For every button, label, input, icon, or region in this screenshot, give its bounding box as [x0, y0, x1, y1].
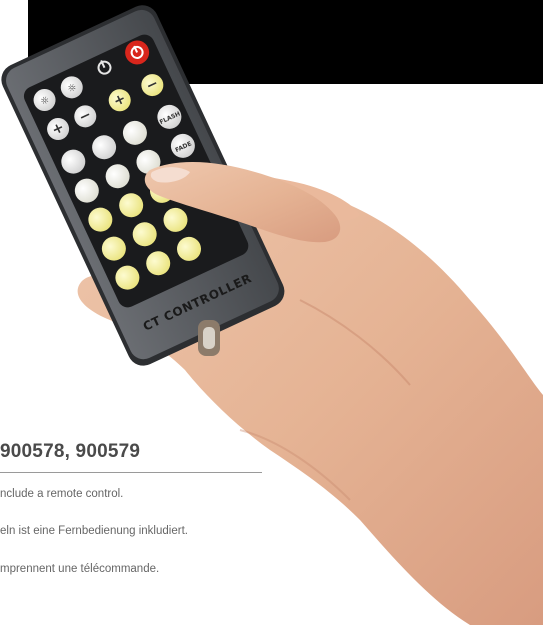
ring [198, 320, 220, 356]
french-note: mprennent une télécommande. [0, 563, 160, 575]
english-note: nclude a remote control. [0, 488, 124, 500]
model-numbers-heading: 900578, 900579 [0, 441, 141, 462]
heading-divider [0, 472, 262, 473]
german-note: eln ist eine Fernbedienung inkludiert. [0, 525, 188, 537]
